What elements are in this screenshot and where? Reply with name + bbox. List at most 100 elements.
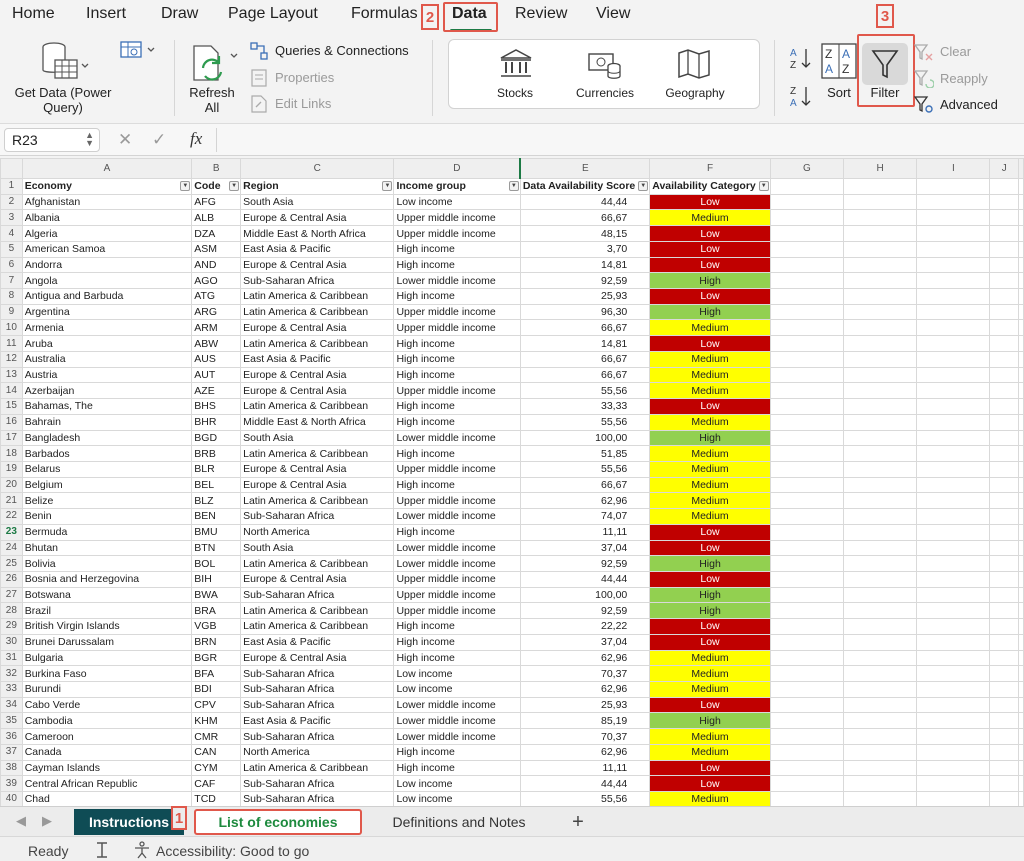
empty-cell[interactable] bbox=[769, 413, 845, 431]
empty-cell[interactable] bbox=[916, 775, 991, 793]
score-cell[interactable]: 37,04 bbox=[519, 633, 651, 651]
empty-cell[interactable] bbox=[916, 445, 991, 462]
worksheet-grid[interactable]: ABCDEFGHIJ 1 Economy ▼ Code ▼ Region ▼ Income g… bbox=[0, 158, 1024, 806]
empty-cell[interactable] bbox=[843, 539, 918, 557]
row-number[interactable]: 28 bbox=[0, 602, 23, 620]
empty-cell[interactable] bbox=[843, 759, 918, 777]
empty-cell[interactable] bbox=[769, 445, 845, 462]
empty-cell[interactable] bbox=[1018, 728, 1024, 745]
empty-cell[interactable] bbox=[989, 382, 1019, 400]
income-group-cell[interactable]: High income bbox=[393, 288, 521, 305]
empty-cell[interactable] bbox=[843, 319, 918, 337]
queries-connections-icon[interactable] bbox=[250, 42, 268, 60]
empty-cell[interactable] bbox=[989, 445, 1019, 462]
filter-dropdown-icon[interactable]: ▼ bbox=[638, 181, 649, 191]
empty-cell[interactable] bbox=[989, 366, 1019, 384]
code-cell[interactable]: ALB bbox=[191, 209, 242, 227]
empty-cell[interactable] bbox=[769, 586, 845, 604]
empty-cell[interactable] bbox=[769, 508, 845, 525]
tab-view[interactable]: View bbox=[596, 5, 630, 23]
empty-cell[interactable] bbox=[1018, 366, 1024, 384]
empty-cell[interactable] bbox=[1018, 602, 1024, 620]
empty-cell[interactable] bbox=[769, 523, 845, 541]
empty-cell[interactable] bbox=[989, 696, 1019, 714]
sort-descending-icon[interactable]: ZA bbox=[789, 84, 813, 108]
score-cell[interactable]: 3,70 bbox=[519, 240, 651, 258]
empty-cell[interactable] bbox=[769, 398, 845, 415]
row-number[interactable]: 23 bbox=[0, 523, 23, 541]
empty-cell[interactable] bbox=[989, 460, 1019, 478]
empty-cell[interactable] bbox=[916, 555, 991, 572]
empty-cell[interactable] bbox=[769, 256, 845, 274]
economy-cell[interactable]: Australia bbox=[21, 350, 193, 368]
economy-cell[interactable]: Azerbaijan bbox=[21, 382, 193, 400]
confirm-entry-icon[interactable]: ✓ bbox=[152, 130, 166, 150]
income-group-cell[interactable]: High income bbox=[393, 618, 521, 635]
category-cell[interactable]: Medium bbox=[649, 665, 771, 682]
score-cell[interactable]: 55,56 bbox=[519, 791, 651, 806]
income-group-cell[interactable]: High income bbox=[393, 523, 521, 541]
empty-cell[interactable] bbox=[1018, 618, 1024, 635]
score-cell[interactable]: 66,67 bbox=[519, 319, 651, 337]
row-number[interactable]: 37 bbox=[0, 743, 23, 761]
economy-cell[interactable]: Algeria bbox=[21, 225, 193, 242]
empty-cell[interactable] bbox=[916, 712, 991, 730]
filter-dropdown-icon[interactable]: ▼ bbox=[382, 181, 393, 191]
code-cell[interactable]: BWA bbox=[191, 586, 242, 604]
empty-cell[interactable] bbox=[843, 209, 918, 227]
category-cell[interactable]: Low bbox=[649, 193, 771, 211]
category-cell[interactable]: Medium bbox=[649, 492, 771, 510]
row-number[interactable]: 21 bbox=[0, 492, 23, 510]
empty-cell[interactable] bbox=[769, 743, 845, 761]
empty-cell[interactable] bbox=[916, 618, 991, 635]
sort-ascending-icon[interactable]: AZ bbox=[789, 46, 813, 70]
empty-cell[interactable] bbox=[916, 508, 991, 525]
row-number[interactable]: 19 bbox=[0, 460, 23, 478]
empty-cell[interactable] bbox=[989, 791, 1019, 806]
economy-cell[interactable]: Belgium bbox=[21, 476, 193, 494]
economy-cell[interactable]: Albania bbox=[21, 209, 193, 227]
stocks-label[interactable]: Stocks bbox=[483, 86, 547, 101]
empty-cell[interactable] bbox=[769, 602, 845, 620]
empty-cell[interactable] bbox=[916, 460, 991, 478]
row-number[interactable]: 35 bbox=[0, 712, 23, 730]
column-header-c[interactable]: C bbox=[240, 158, 395, 179]
income-group-cell[interactable]: High income bbox=[393, 445, 521, 462]
row-number[interactable]: 33 bbox=[0, 681, 23, 698]
score-cell[interactable]: 96,30 bbox=[519, 303, 651, 321]
empty-cell[interactable] bbox=[916, 350, 991, 368]
score-cell[interactable]: 55,56 bbox=[519, 413, 651, 431]
code-cell[interactable]: BFA bbox=[191, 665, 242, 682]
currencies-icon[interactable] bbox=[587, 48, 623, 80]
empty-cell[interactable] bbox=[769, 555, 845, 572]
region-cell[interactable]: Sub-Saharan Africa bbox=[240, 272, 395, 290]
category-cell[interactable]: High bbox=[649, 712, 771, 730]
empty-cell[interactable] bbox=[1018, 759, 1024, 777]
income-group-cell[interactable]: Upper middle income bbox=[393, 303, 521, 321]
empty-cell[interactable] bbox=[916, 492, 991, 510]
economy-cell[interactable]: Cabo Verde bbox=[21, 696, 193, 714]
empty-cell[interactable] bbox=[916, 476, 991, 494]
region-cell[interactable]: North America bbox=[240, 523, 395, 541]
region-cell[interactable]: Sub-Saharan Africa bbox=[240, 775, 395, 793]
economy-cell[interactable]: Belize bbox=[21, 492, 193, 510]
row-number[interactable]: 14 bbox=[0, 382, 23, 400]
row-number[interactable]: 20 bbox=[0, 476, 23, 494]
empty-cell[interactable] bbox=[989, 288, 1019, 305]
code-cell[interactable]: AFG bbox=[191, 193, 242, 211]
category-cell[interactable]: Medium bbox=[649, 791, 771, 806]
column-header-e[interactable]: E bbox=[519, 158, 651, 179]
income-group-cell[interactable]: Upper middle income bbox=[393, 570, 521, 588]
row-number[interactable]: 15 bbox=[0, 398, 23, 415]
empty-cell[interactable] bbox=[769, 335, 845, 352]
code-cell[interactable]: ARG bbox=[191, 303, 242, 321]
category-cell[interactable]: Low bbox=[649, 335, 771, 352]
income-group-cell[interactable]: High income bbox=[393, 743, 521, 761]
score-cell[interactable]: 92,59 bbox=[519, 555, 651, 572]
column-header-d[interactable]: D bbox=[393, 158, 522, 179]
score-cell[interactable]: 55,56 bbox=[519, 382, 651, 400]
empty-cell[interactable] bbox=[989, 523, 1019, 541]
income-group-cell[interactable]: Lower middle income bbox=[393, 429, 521, 447]
economy-cell[interactable]: Aruba bbox=[21, 335, 193, 352]
code-cell[interactable]: ATG bbox=[191, 288, 242, 305]
